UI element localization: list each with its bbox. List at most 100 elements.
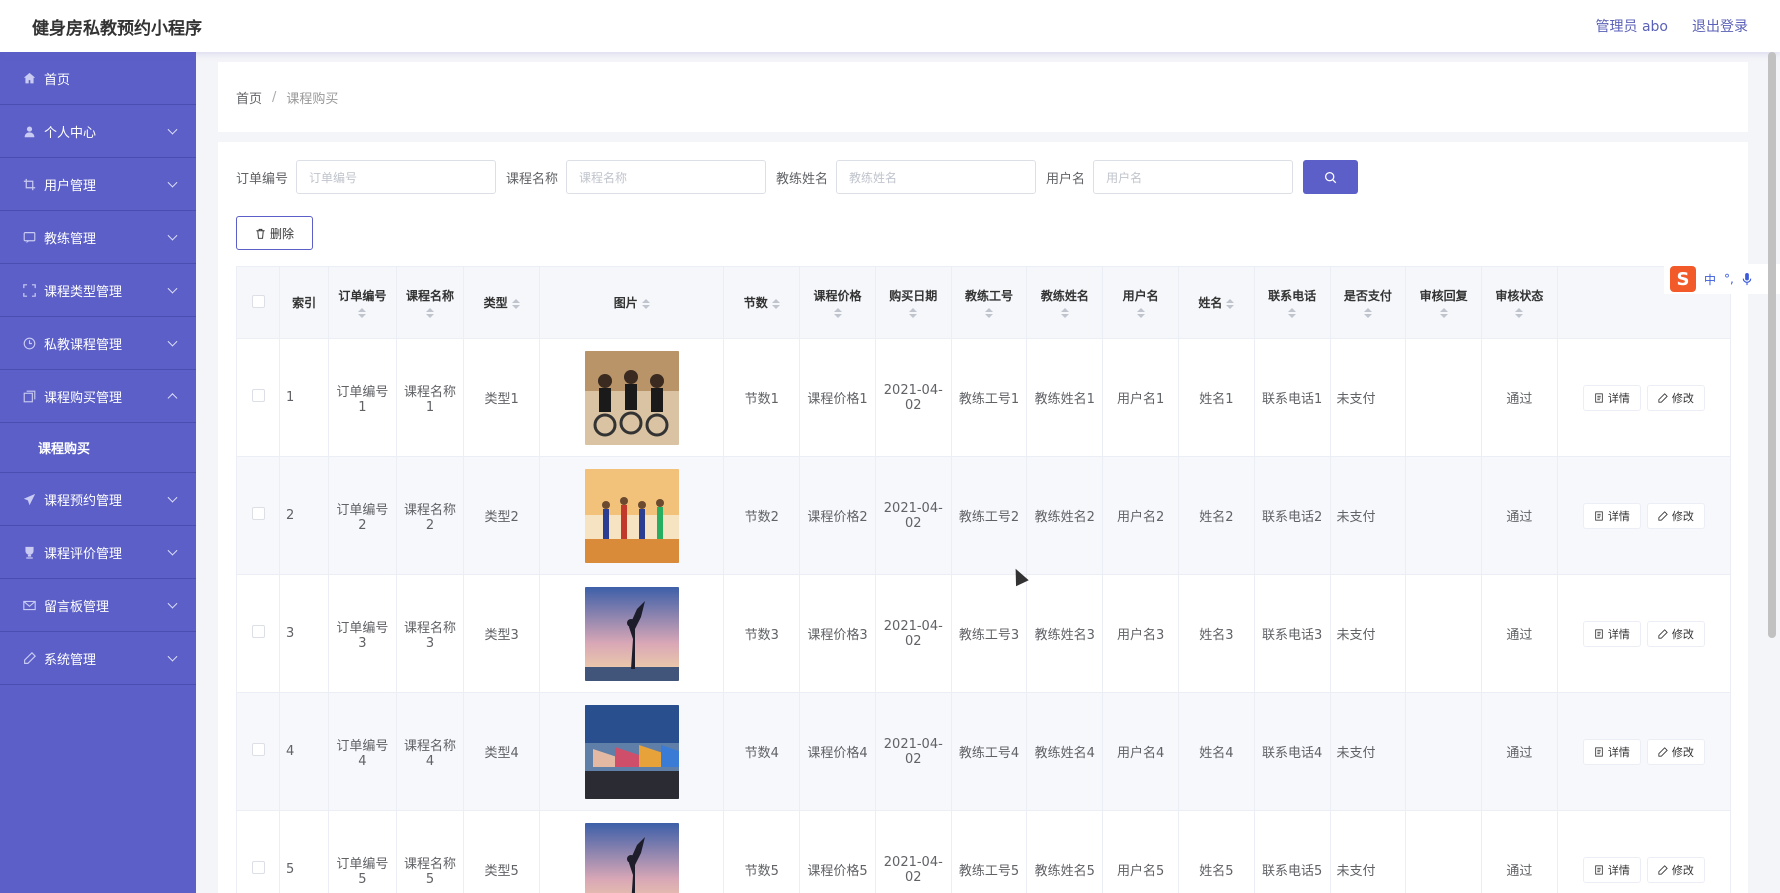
cell-course-name: 课程名称1	[395, 338, 465, 457]
detail-button[interactable]: 详情	[1582, 856, 1641, 883]
logout-link[interactable]: 退出登录	[1692, 16, 1748, 36]
header-index: 索引	[278, 266, 330, 339]
select-all-cell[interactable]	[236, 266, 280, 339]
table-row: 5 订单编号5 课程名称5 类型5 节数5 课程价格5 2021-04-02 教练工号5 教练姓…	[236, 810, 1732, 893]
sort-icon[interactable]	[833, 308, 842, 318]
row-checkbox[interactable]	[251, 389, 265, 402]
sidebar-item-personal-center[interactable]: 个人中心	[0, 105, 196, 158]
sidebar-item-label: 个人中心	[44, 125, 97, 141]
header-status[interactable]: 审核状态	[1481, 266, 1558, 339]
sort-icon[interactable]	[771, 298, 780, 309]
detail-button[interactable]: 详情	[1582, 620, 1641, 647]
sort-icon[interactable]	[1439, 308, 1448, 318]
microphone-icon[interactable]	[1742, 272, 1752, 286]
header-coach-no[interactable]: 教练工号	[950, 266, 1028, 339]
course-image-aerobics[interactable]	[584, 468, 679, 563]
detail-button[interactable]: 详情	[1582, 502, 1641, 529]
sidebar-item-label: 留言板管理	[44, 599, 110, 615]
header-order-no[interactable]: 订单编号	[328, 266, 397, 339]
sidebar-subitem-course-purchase[interactable]: 课程购买	[0, 423, 196, 473]
coach-name-label: 教练姓名	[776, 171, 829, 187]
edit-button[interactable]: 修改	[1646, 502, 1705, 529]
sort-icon[interactable]	[641, 298, 650, 309]
row-select-cell[interactable]	[236, 456, 280, 575]
course-image-plank[interactable]	[584, 704, 679, 799]
admin-user-label[interactable]: 管理员 abo	[1596, 16, 1668, 36]
header-price[interactable]: 课程价格	[799, 266, 876, 339]
sidebar-item-system-management[interactable]: 系统管理	[0, 632, 196, 685]
sidebar-item-home[interactable]: 首页	[0, 52, 196, 105]
header-reply[interactable]: 审核回复	[1405, 266, 1483, 339]
header-coach-name[interactable]: 教练姓名	[1026, 266, 1104, 339]
sort-icon[interactable]	[358, 308, 367, 318]
sort-icon[interactable]	[1136, 308, 1145, 318]
sidebar-item-course-purchase-management[interactable]: 课程购买管理	[0, 370, 196, 423]
edit-button[interactable]: 修改	[1646, 856, 1705, 883]
header-image[interactable]: 图片	[539, 266, 725, 339]
search-button[interactable]	[1303, 160, 1359, 194]
sidebar-item-course-type-management[interactable]: 课程类型管理	[0, 264, 196, 317]
ime-language[interactable]: 中	[1704, 271, 1716, 288]
sort-icon[interactable]	[985, 308, 994, 318]
header-name[interactable]: 姓名	[1177, 266, 1255, 339]
row-checkbox[interactable]	[251, 861, 265, 874]
sort-icon[interactable]	[1288, 308, 1297, 318]
edit-button[interactable]: 修改	[1646, 620, 1705, 647]
cell-order-no: 订单编号3	[328, 574, 397, 693]
sort-icon[interactable]	[1060, 308, 1069, 318]
app-title: 健身房私教预约小程序	[32, 18, 202, 39]
table-header-row: 索引 订单编号 课程名称 类型 图片 节数 课程价格 购买日期 教练工号 教练姓…	[236, 266, 1732, 339]
sidebar-item-message-board-management[interactable]: 留言板管理	[0, 579, 196, 632]
chevron-down-icon	[167, 336, 178, 347]
header-type[interactable]: 类型	[463, 266, 541, 339]
select-all-checkbox[interactable]	[251, 294, 265, 308]
sort-icon[interactable]	[426, 308, 434, 318]
breadcrumb-current: 课程购买	[286, 91, 339, 107]
cell-actions: 详情 修改	[1556, 338, 1732, 457]
row-select-cell[interactable]	[236, 692, 280, 811]
header-course-name[interactable]: 课程名称	[395, 266, 465, 339]
header-sessions[interactable]: 节数	[723, 266, 801, 339]
cell-name: 姓名1	[1177, 338, 1255, 457]
sort-icon[interactable]	[511, 298, 520, 309]
username-input[interactable]: 用户名	[1093, 160, 1294, 194]
sort-icon[interactable]	[1515, 308, 1524, 318]
order-no-input[interactable]: 订单编号	[296, 160, 497, 194]
sort-icon[interactable]	[1226, 298, 1235, 309]
ime-toolbar[interactable]: S 中 °,	[1664, 264, 1780, 294]
header-date[interactable]: 购买日期	[874, 266, 952, 339]
row-select-cell[interactable]	[236, 338, 280, 457]
course-image-spin[interactable]	[584, 350, 679, 445]
cell-price: 课程价格4	[799, 692, 876, 811]
row-checkbox[interactable]	[251, 507, 265, 520]
detail-button[interactable]: 详情	[1582, 384, 1641, 411]
cell-status: 通过	[1481, 692, 1558, 811]
ime-punctuation-icon[interactable]: °,	[1724, 272, 1734, 286]
detail-button[interactable]: 详情	[1582, 738, 1641, 765]
row-select-cell[interactable]	[236, 574, 280, 693]
course-name-input[interactable]: 课程名称	[566, 160, 767, 194]
sidebar-item-course-booking-management[interactable]: 课程预约管理	[0, 473, 196, 526]
row-checkbox[interactable]	[251, 743, 265, 756]
row-checkbox[interactable]	[251, 625, 265, 638]
sidebar-item-private-course-management[interactable]: 私教课程管理	[0, 317, 196, 370]
header-phone[interactable]: 联系电话	[1253, 266, 1331, 339]
breadcrumb-home[interactable]: 首页	[236, 88, 262, 107]
sidebar-item-course-review-management[interactable]: 课程评价管理	[0, 526, 196, 579]
sort-icon[interactable]	[1363, 308, 1372, 318]
coach-name-input[interactable]: 教练姓名	[836, 160, 1037, 194]
header-paid[interactable]: 是否支付	[1329, 266, 1407, 339]
course-image-yoga-2[interactable]	[584, 822, 679, 893]
edit-button[interactable]: 修改	[1646, 384, 1705, 411]
sidebar-item-user-management[interactable]: 用户管理	[0, 158, 196, 211]
sort-icon[interactable]	[909, 308, 918, 318]
page-scrollbar[interactable]	[1768, 52, 1776, 638]
course-image-yoga[interactable]	[584, 586, 679, 681]
delete-button[interactable]: 删除	[236, 216, 313, 250]
sidebar-item-coach-management[interactable]: 教练管理	[0, 211, 196, 264]
cell-username: 用户名5	[1102, 810, 1179, 893]
cell-actions: 详情 修改	[1556, 810, 1732, 893]
edit-button[interactable]: 修改	[1646, 738, 1705, 765]
header-username[interactable]: 用户名	[1102, 266, 1179, 339]
row-select-cell[interactable]	[236, 810, 280, 893]
